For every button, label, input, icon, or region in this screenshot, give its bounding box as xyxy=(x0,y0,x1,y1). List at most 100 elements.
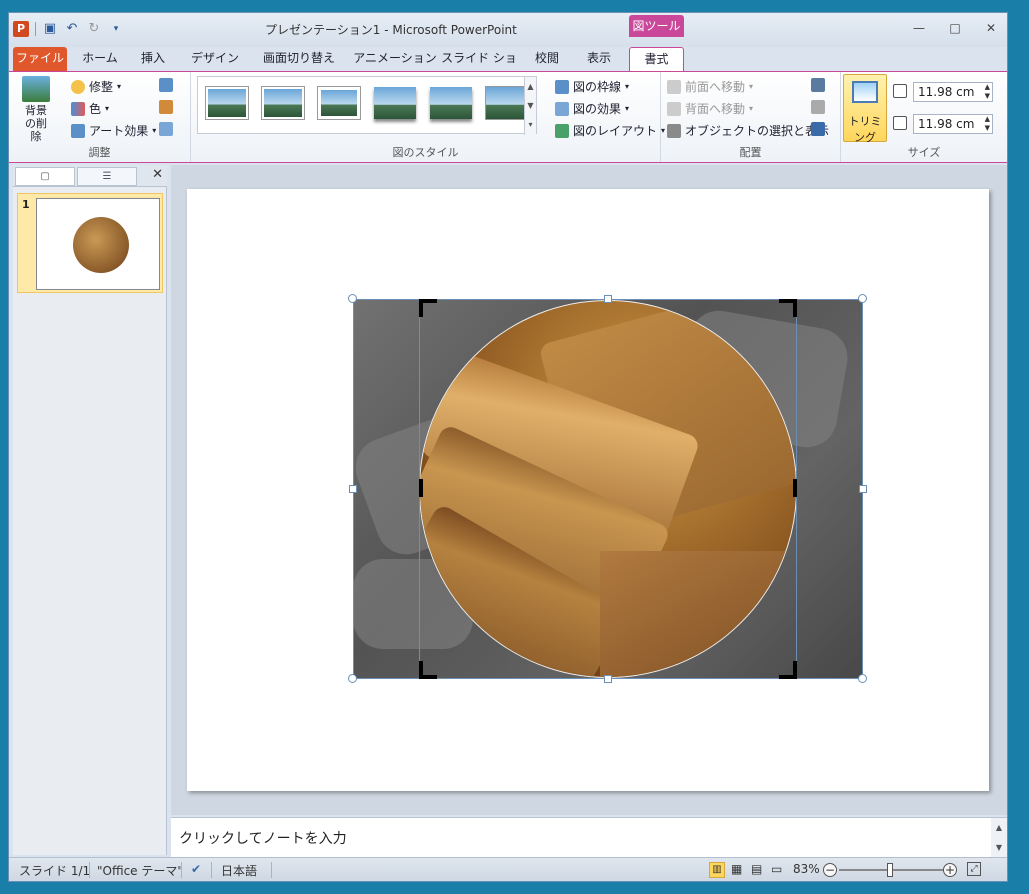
resize-handle[interactable] xyxy=(348,294,357,303)
tab-outline[interactable]: ☰ xyxy=(77,167,137,186)
style-thumbnail[interactable] xyxy=(318,87,360,119)
size-group-label: サイズ xyxy=(907,146,941,159)
resize-handle[interactable] xyxy=(859,485,867,493)
picture-layout-button[interactable]: 図のレイアウト ▾ xyxy=(555,122,665,139)
minimize-button[interactable]: — xyxy=(911,21,927,35)
crop-label: トリミング xyxy=(848,115,882,144)
corrections-button[interactable]: 修整 ▾ xyxy=(71,78,121,95)
tab-design[interactable]: デザイン xyxy=(185,47,245,71)
send-backward-button[interactable]: 背面へ移動 ▾ xyxy=(667,100,753,117)
style-thumbnail[interactable] xyxy=(486,87,528,119)
artistic-effects-button[interactable]: アート効果 ▾ xyxy=(71,122,156,139)
zoom-out-button[interactable]: − xyxy=(823,863,837,877)
reading-view-icon[interactable]: ▤ xyxy=(751,862,762,876)
tab-review[interactable]: 校閲 xyxy=(527,47,567,71)
quick-access-toolbar: P ▣ ↶ ↻ ▾ xyxy=(13,21,124,37)
slide-editing-area xyxy=(171,165,1007,815)
selection-pane-button[interactable]: オブジェクトの選択と表示 xyxy=(667,122,829,139)
title-bar: P ▣ ↶ ↻ ▾ プレゼンテーション1 - Microsoft PowerPo… xyxy=(9,13,1007,47)
send-backward-label: 背面へ移動 xyxy=(685,102,746,116)
group-icon[interactable] xyxy=(811,100,825,114)
height-field[interactable]: 11.98 cm ▲ ▼ xyxy=(913,82,993,102)
tab-animations[interactable]: アニメーション xyxy=(349,47,441,71)
gallery-scroll[interactable]: ▲ ▼ ▾ xyxy=(524,77,536,135)
notes-scrollbar[interactable]: ▲ ▼ xyxy=(991,818,1007,858)
picture-effects-button[interactable]: 図の効果 ▾ xyxy=(555,100,629,117)
slide-canvas[interactable] xyxy=(187,189,989,791)
bring-forward-button[interactable]: 前面へ移動 ▾ xyxy=(667,78,753,95)
tab-slides[interactable]: ▢ xyxy=(15,167,75,186)
spell-check-icon[interactable]: ✔ xyxy=(191,862,201,876)
restore-button[interactable]: □ xyxy=(947,21,963,35)
crop-handle[interactable] xyxy=(419,661,437,679)
style-thumbnail[interactable] xyxy=(374,87,416,119)
redo-icon[interactable]: ↻ xyxy=(86,21,102,37)
resize-handle[interactable] xyxy=(348,674,357,683)
picture-styles-group-label: 図のスタイル xyxy=(392,146,459,159)
resize-handle[interactable] xyxy=(604,675,612,683)
zoom-level[interactable]: 83% xyxy=(793,862,820,876)
align-icon[interactable] xyxy=(811,78,825,92)
tab-file[interactable]: ファイル xyxy=(13,47,67,71)
close-button[interactable]: ✕ xyxy=(983,21,999,35)
close-icon[interactable]: ✕ xyxy=(152,167,163,182)
save-icon[interactable]: ▣ xyxy=(42,21,58,37)
rotate-icon[interactable] xyxy=(811,122,825,136)
crop-handle[interactable] xyxy=(419,479,423,497)
crop-handle[interactable] xyxy=(779,661,797,679)
crop-handle[interactable] xyxy=(419,299,437,317)
powerpoint-icon[interactable]: P xyxy=(13,21,29,37)
style-thumbnail[interactable] xyxy=(430,87,472,119)
width-spinner[interactable]: ▲ ▼ xyxy=(985,115,990,133)
resize-handle[interactable] xyxy=(604,295,612,303)
style-thumbnail[interactable] xyxy=(206,87,248,119)
normal-view-icon[interactable]: ▥ xyxy=(709,862,725,878)
sun-icon xyxy=(71,79,85,94)
tab-format[interactable]: 書式 xyxy=(629,47,684,71)
remove-background-button[interactable]: 背景の削除 xyxy=(15,76,57,143)
resize-handle[interactable] xyxy=(858,294,867,303)
picture-layout-label: 図のレイアウト xyxy=(573,124,658,138)
picture-layout-icon xyxy=(555,123,569,138)
picture-styles-group: ▲ ▼ ▾ 図の枠線 ▾ 図の効果 ▾ 図のレイアウト ▾ 図のスタイル xyxy=(191,72,665,162)
crop-handle[interactable] xyxy=(779,299,797,317)
height-icon xyxy=(893,84,907,98)
slideshow-icon[interactable]: ▭ xyxy=(771,862,782,876)
zoom-in-button[interactable]: + xyxy=(943,863,957,877)
zoom-slider-knob[interactable] xyxy=(887,863,893,877)
reset-picture-icon[interactable] xyxy=(159,122,173,136)
qat-customize-icon[interactable]: ▾ xyxy=(108,21,124,37)
compress-pictures-icon[interactable] xyxy=(159,78,173,92)
language-indicator[interactable]: 日本語 xyxy=(221,862,257,879)
picture-styles-gallery: ▲ ▼ ▾ xyxy=(197,76,537,135)
zoom-slider[interactable] xyxy=(839,863,947,877)
selected-picture[interactable] xyxy=(347,294,867,683)
remove-background-icon xyxy=(22,76,50,102)
style-thumbnail[interactable] xyxy=(262,87,304,119)
width-field[interactable]: 11.98 cm ▲ ▼ xyxy=(913,114,993,134)
notes-pane[interactable]: クリックしてノートを入力 ▲ ▼ xyxy=(171,817,1007,858)
picture-border-button[interactable]: 図の枠線 ▾ xyxy=(555,78,629,95)
tab-transitions[interactable]: 画面切り替え xyxy=(257,47,341,71)
tab-slideshow[interactable]: スライド ショー xyxy=(439,47,519,87)
crop-button[interactable]: トリミング xyxy=(843,74,887,144)
change-picture-icon[interactable] xyxy=(159,100,173,114)
selection-pane-label: オブジェクトの選択と表示 xyxy=(685,124,830,138)
tab-view[interactable]: 表示 xyxy=(579,47,619,71)
ribbon: 背景の削除 修整 ▾ 色 ▾ アート効果 ▾ 調整 ▲ ▼ ▾ 図の枠線 ▾ 図… xyxy=(9,71,1007,163)
undo-icon[interactable]: ↶ xyxy=(64,21,80,37)
resize-handle[interactable] xyxy=(858,674,867,683)
crop-handle[interactable] xyxy=(793,479,797,497)
pencil-icon xyxy=(555,79,569,94)
slide-thumbnail[interactable]: 1 xyxy=(17,193,163,293)
slide-sorter-icon[interactable]: ▦ xyxy=(731,862,742,876)
resize-handle[interactable] xyxy=(349,485,357,493)
ribbon-tabs: ファイル ホーム 挿入 デザイン 画面切り替え アニメーション スライド ショー… xyxy=(9,47,1007,99)
tab-insert[interactable]: 挿入 xyxy=(133,47,173,71)
slide-thumbnail-preview xyxy=(36,198,160,290)
color-button[interactable]: 色 ▾ xyxy=(71,100,109,117)
fit-to-window-icon[interactable]: ⤢ xyxy=(967,862,981,876)
height-spinner[interactable]: ▲ ▼ xyxy=(985,83,990,101)
tab-home[interactable]: ホーム xyxy=(75,47,125,71)
adjust-group: 背景の削除 修整 ▾ 色 ▾ アート効果 ▾ 調整 xyxy=(9,72,191,162)
